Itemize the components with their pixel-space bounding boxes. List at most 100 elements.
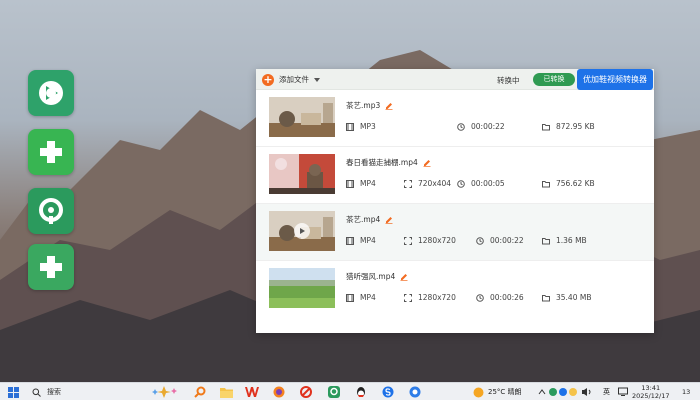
duration-meta: 00:00:05 xyxy=(457,179,505,188)
taskbar: 搜索 25°C 晴朗 英 13:41 2025/12/17 13 xyxy=(0,382,700,400)
edit-icon[interactable] xyxy=(385,216,393,224)
firefox-icon[interactable] xyxy=(273,385,285,399)
expand-icon xyxy=(404,293,412,302)
toolbar: + 添加文件 转换中 已转换 优加鞋视频转换器 xyxy=(256,69,654,90)
weather-text: 25°C 晴朗 xyxy=(488,388,522,396)
film-icon xyxy=(346,293,354,302)
red-app-icon[interactable] xyxy=(300,385,312,399)
size-meta: 756.62 KB xyxy=(542,179,595,188)
file-name-text: 猎听强风.mp4 xyxy=(346,272,396,281)
chevron-down-icon[interactable] xyxy=(314,77,320,82)
edit-icon[interactable] xyxy=(385,102,393,110)
play-icon[interactable] xyxy=(294,223,310,239)
windows-start-icon[interactable] xyxy=(8,385,19,399)
add-file-label: 添加文件 xyxy=(279,75,309,84)
size-text: 1.36 MB xyxy=(556,236,587,245)
file-name: 茶艺.mp4 xyxy=(346,214,393,225)
promo-button[interactable]: 优加鞋视频转换器 xyxy=(577,69,653,90)
converter-window: + 添加文件 转换中 已转换 优加鞋视频转换器 茶艺.mp3 MP3 00:00… xyxy=(256,69,654,333)
format-text: MP4 xyxy=(360,179,376,188)
green-plus-icon-1[interactable] xyxy=(28,129,74,175)
format-meta: MP4 xyxy=(346,179,376,188)
size-text: 756.62 KB xyxy=(556,179,595,188)
expand-icon xyxy=(404,179,412,188)
file-name: 茶艺.mp3 xyxy=(346,100,393,111)
duration-text: 00:00:26 xyxy=(490,293,524,302)
taskbar-search[interactable]: 搜索 xyxy=(32,385,61,399)
format-text: MP4 xyxy=(360,293,376,302)
resolution-text: 1280x720 xyxy=(418,293,456,302)
tray-icons[interactable] xyxy=(538,385,593,399)
size-text: 35.40 MB xyxy=(556,293,592,302)
edit-icon[interactable] xyxy=(400,273,408,281)
clock-icon xyxy=(476,236,484,245)
file-name-text: 茶艺.mp3 xyxy=(346,101,381,110)
clock-icon xyxy=(457,122,465,131)
duration-meta: 00:00:26 xyxy=(476,293,524,302)
file-name: 春日看猫走捕棚.mp4 xyxy=(346,157,431,168)
size-meta: 1.36 MB xyxy=(542,236,587,245)
duration-text: 00:00:05 xyxy=(471,179,505,188)
date-text: 2025/12/17 xyxy=(632,392,670,400)
file-explorer-icon[interactable] xyxy=(220,385,233,399)
edit-icon[interactable] xyxy=(423,159,431,167)
format-text: MP4 xyxy=(360,236,376,245)
copilot-icon[interactable] xyxy=(150,385,178,399)
plus-icon: + xyxy=(262,72,274,86)
format-meta: MP4 xyxy=(346,293,376,302)
video-thumbnail xyxy=(269,97,335,137)
green-plus-icon-2[interactable] xyxy=(28,244,74,290)
folder-icon xyxy=(542,237,550,244)
ime-indicator[interactable]: 英 xyxy=(603,385,610,399)
tab-converted[interactable]: 已转换 xyxy=(533,73,575,86)
folder-icon xyxy=(542,294,550,301)
time-text: 13:41 xyxy=(641,384,661,392)
notification-badge[interactable]: 13 xyxy=(682,385,690,399)
resolution-meta: 1280x720 xyxy=(404,293,456,302)
tab-converting[interactable]: 转换中 xyxy=(497,75,520,86)
blue-circle-app-icon[interactable] xyxy=(409,385,421,399)
search-icon xyxy=(32,388,41,397)
duration-text: 00:00:22 xyxy=(471,122,505,131)
duration-meta: 00:00:22 xyxy=(457,122,505,131)
file-name: 猎听强风.mp4 xyxy=(346,271,408,282)
circle-q-icon[interactable] xyxy=(28,188,74,234)
video-thumbnail xyxy=(269,211,335,251)
video-converter-icon[interactable] xyxy=(28,70,74,116)
duration-meta: 00:00:22 xyxy=(476,236,524,245)
film-icon xyxy=(346,179,354,188)
network-icon[interactable] xyxy=(618,385,628,399)
video-thumbnail xyxy=(269,268,335,308)
size-meta: 35.40 MB xyxy=(542,293,591,302)
search-app-icon[interactable] xyxy=(194,385,206,399)
clock[interactable]: 13:41 2025/12/17 xyxy=(632,383,669,400)
blue-s-app-icon[interactable] xyxy=(382,385,394,399)
resolution-text: 720x404 xyxy=(418,179,452,188)
qq-icon[interactable] xyxy=(355,385,367,399)
film-icon xyxy=(346,236,354,245)
format-text: MP3 xyxy=(360,122,376,131)
file-row[interactable]: 茶艺.mp3 MP3 00:00:22 872.95 KB xyxy=(256,90,654,147)
clock-icon xyxy=(457,179,465,188)
weather-widget[interactable]: 25°C 晴朗 xyxy=(473,385,522,399)
file-name-text: 春日看猫走捕棚.mp4 xyxy=(346,158,418,167)
size-text: 872.95 KB xyxy=(556,122,595,131)
format-meta: MP3 xyxy=(346,122,376,131)
file-list: 茶艺.mp3 MP3 00:00:22 872.95 KB 春日看猫走捕棚.mp… xyxy=(256,90,654,318)
resolution-meta: 720x404 xyxy=(404,179,451,188)
file-row[interactable]: 春日看猫走捕棚.mp4 MP4 720x404 00:00:05 756.62 … xyxy=(256,147,654,204)
file-name-text: 茶艺.mp4 xyxy=(346,215,381,224)
sun-icon xyxy=(473,387,484,397)
file-row[interactable]: 猎听强风.mp4 MP4 1280x720 00:00:26 35.40 MB xyxy=(256,261,654,318)
format-meta: MP4 xyxy=(346,236,376,245)
file-row[interactable]: 茶艺.mp4 MP4 1280x720 00:00:22 1.36 MB xyxy=(256,204,654,261)
resolution-text: 1280x720 xyxy=(418,236,456,245)
add-file-button[interactable]: + 添加文件 xyxy=(262,72,320,87)
film-icon xyxy=(346,122,354,131)
size-meta: 872.95 KB xyxy=(542,122,595,131)
wps-icon[interactable] xyxy=(245,385,259,399)
expand-icon xyxy=(404,236,412,245)
green-q-app-icon[interactable] xyxy=(328,385,340,399)
search-label: 搜索 xyxy=(47,388,61,396)
folder-icon xyxy=(542,180,550,187)
